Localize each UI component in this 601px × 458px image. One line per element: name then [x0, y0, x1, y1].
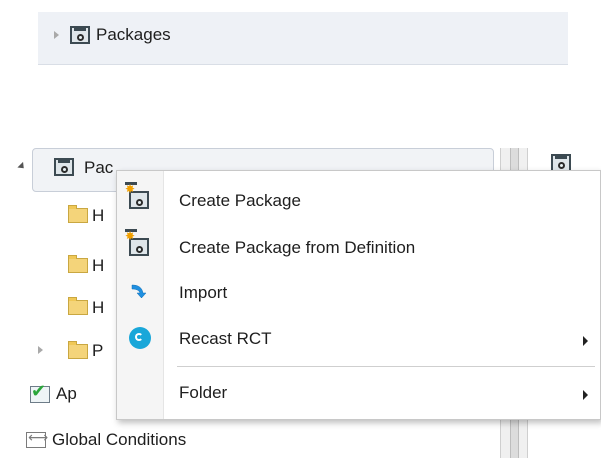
folder-icon — [68, 341, 88, 359]
menu-item-label: Folder — [179, 383, 228, 402]
collapse-arrow-icon[interactable] — [17, 161, 27, 172]
folder-icon — [68, 297, 88, 315]
tree-item-label: H — [92, 298, 105, 317]
folder-icon — [68, 205, 88, 223]
expand-arrow-icon[interactable] — [38, 346, 43, 354]
packages-tree-node[interactable] — [54, 158, 74, 176]
menu-item-folder[interactable]: Folder — [117, 371, 600, 417]
package-new-icon — [125, 182, 149, 209]
tree-item-label: H — [92, 256, 105, 275]
menu-item-label: Create Package from Definition — [179, 238, 416, 257]
global-conditions-icon — [26, 430, 48, 448]
menu-separator — [177, 366, 595, 367]
menu-item-label: Recast RCT — [179, 329, 272, 348]
context-menu: Create Package Create Package from Defin… — [116, 170, 601, 420]
menu-item-label: Import — [179, 283, 228, 302]
packages-label: Packages — [96, 25, 171, 44]
packages-node[interactable] — [70, 26, 90, 44]
application-icon — [30, 381, 50, 403]
menu-item-label: Create Package — [179, 191, 301, 210]
packages-tree-label: Pac — [84, 158, 114, 177]
tree-item-label: P — [92, 341, 104, 360]
menu-item-import[interactable]: Import — [117, 271, 600, 317]
recast-icon — [129, 327, 151, 349]
package-definition-icon — [125, 229, 149, 256]
menu-item-recast-rct[interactable]: Recast RCT — [117, 317, 600, 363]
folder-icon — [68, 255, 88, 273]
tree-item-label: Ap — [56, 384, 77, 403]
submenu-arrow-icon — [583, 390, 588, 400]
import-icon — [129, 281, 151, 303]
submenu-arrow-icon — [583, 336, 588, 346]
package-icon — [54, 158, 74, 176]
tree-item-label: H — [92, 206, 105, 225]
package-icon — [70, 26, 90, 44]
menu-item-create-package[interactable]: Create Package — [117, 179, 600, 225]
global-conditions-label: Global Conditions — [52, 430, 187, 449]
menu-item-create-package-from-definition[interactable]: Create Package from Definition — [117, 226, 600, 272]
expand-arrow-icon[interactable] — [54, 31, 59, 39]
